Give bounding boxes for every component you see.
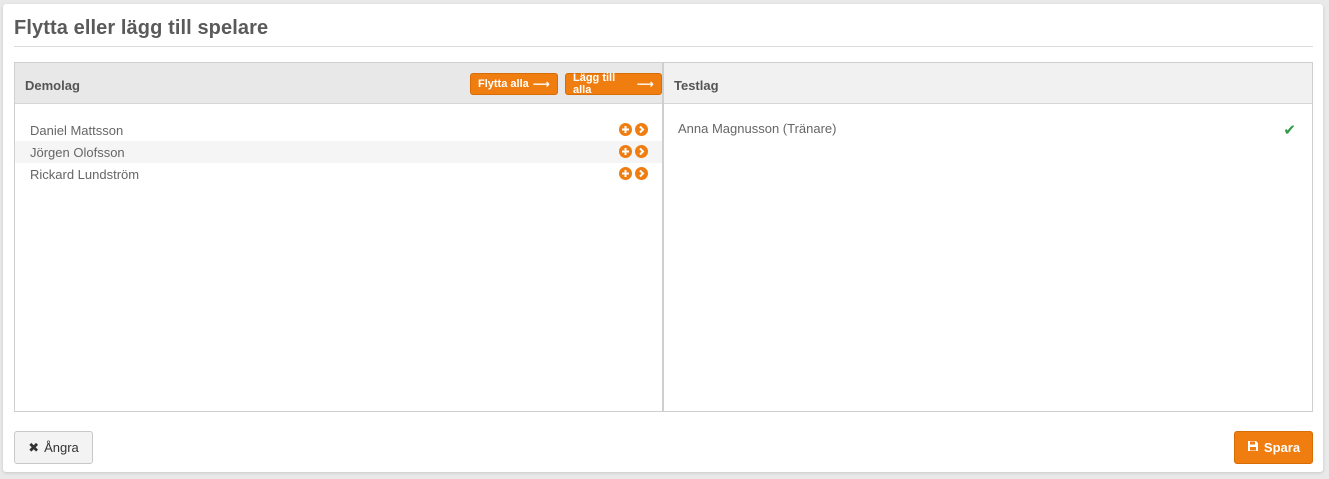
undo-button[interactable]: ✖ Ångra [14, 431, 93, 464]
add-all-button[interactable]: Lägg till alla ⟶ [565, 72, 662, 96]
target-player-list: Anna Magnusson (Tränare) ✔ [664, 117, 1312, 140]
add-player-icon[interactable] [619, 145, 632, 158]
move-player-icon[interactable] [635, 123, 648, 136]
title-divider [14, 46, 1313, 47]
undo-label: Ångra [44, 440, 79, 455]
source-player-list: Daniel Mattsson Jörgen Olofsson Rickard … [15, 119, 662, 185]
teams-panels: Demolag Flytta alla ⟶ Lägg till alla ⟶ D… [14, 62, 1313, 412]
arrow-right-icon: ⟶ [636, 77, 654, 91]
player-actions [619, 123, 648, 136]
add-all-label: Lägg till alla [573, 72, 616, 96]
move-all-label: Flytta alla [478, 78, 529, 90]
player-row: Daniel Mattsson [15, 119, 662, 141]
target-team-header: Testlag [664, 63, 1312, 104]
move-player-icon[interactable] [635, 145, 648, 158]
player-name: Rickard Lundström [30, 166, 140, 182]
target-team-title: Testlag [674, 78, 719, 93]
source-team-panel: Demolag Flytta alla ⟶ Lägg till alla ⟶ D… [15, 63, 664, 411]
save-button[interactable]: Spara [1234, 431, 1313, 464]
add-player-icon[interactable] [619, 167, 632, 180]
arrow-right-icon: ⟶ [532, 77, 550, 91]
floppy-disk-icon [1247, 440, 1259, 455]
player-name: Jörgen Olofsson [30, 144, 125, 160]
target-team-panel: Testlag Anna Magnusson (Tränare) ✔ [664, 63, 1312, 411]
source-team-header: Demolag Flytta alla ⟶ Lägg till alla ⟶ [15, 63, 662, 104]
dialog-title: Flytta eller lägg till spelare [14, 17, 269, 39]
player-row: Jörgen Olofsson [15, 141, 662, 163]
move-players-dialog: Flytta eller lägg till spelare Demolag F… [3, 4, 1323, 472]
move-player-icon[interactable] [635, 167, 648, 180]
player-row: Rickard Lundström [15, 163, 662, 185]
player-name: Anna Magnusson (Tränare) [678, 120, 837, 136]
player-name: Daniel Mattsson [30, 122, 124, 138]
player-actions [619, 145, 648, 158]
move-all-button[interactable]: Flytta alla ⟶ [470, 73, 558, 95]
close-icon: ✖ [28, 439, 40, 455]
source-team-title: Demolag [25, 78, 80, 93]
player-row: Anna Magnusson (Tränare) ✔ [664, 117, 1312, 140]
player-actions [619, 167, 648, 180]
add-player-icon[interactable] [619, 123, 632, 136]
save-label: Spara [1263, 440, 1301, 455]
check-icon: ✔ [1283, 122, 1296, 139]
